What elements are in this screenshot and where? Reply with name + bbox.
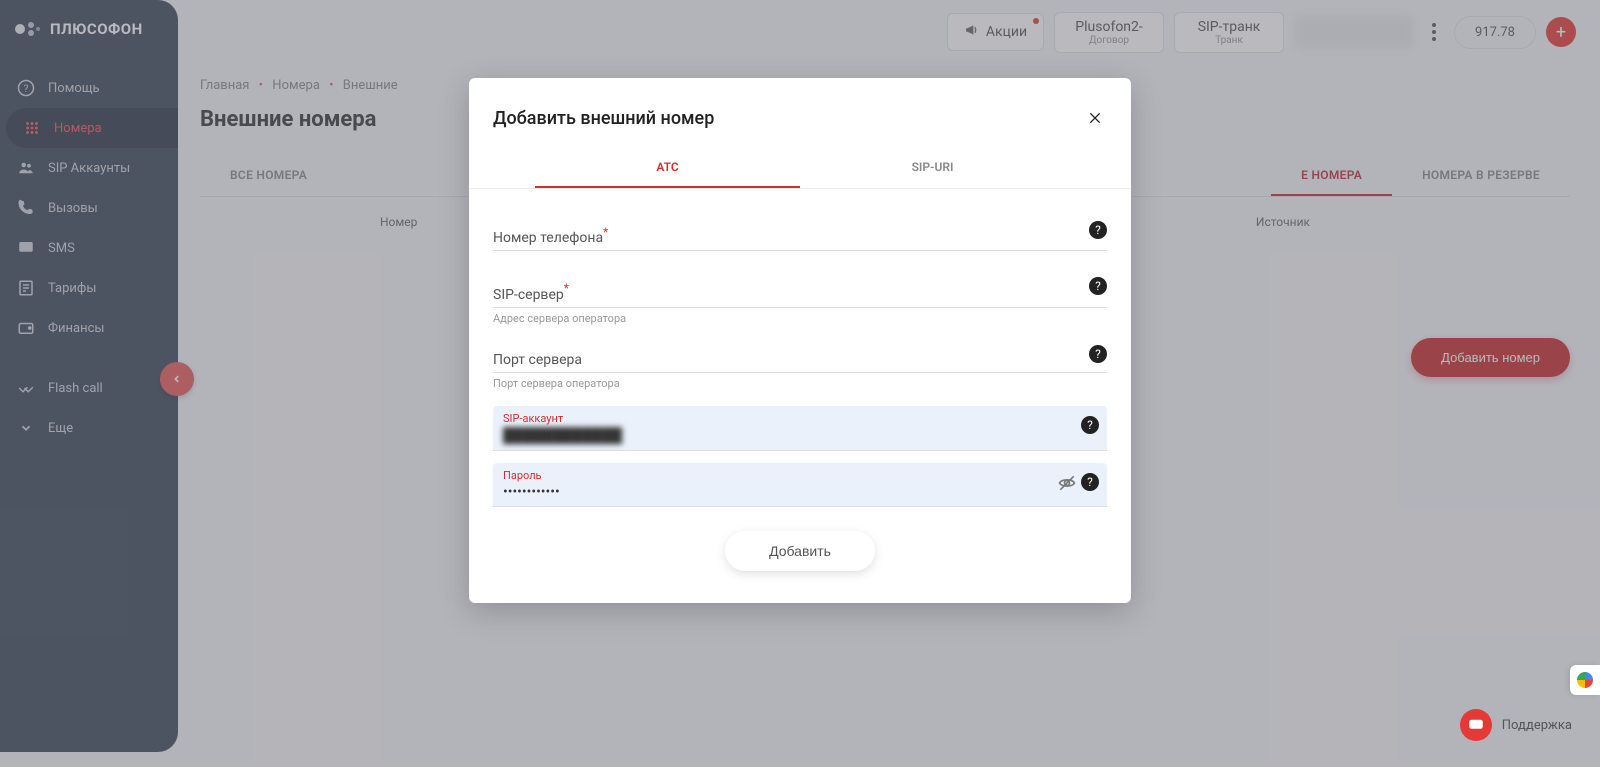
phone-help-button[interactable]: ?: [1089, 221, 1107, 239]
sip-server-hint: Адрес сервера оператора: [493, 312, 1107, 325]
phone-field[interactable]: Номер телефона* ?: [493, 217, 1107, 251]
password-help-button[interactable]: ?: [1081, 473, 1099, 491]
sip-account-field[interactable]: SIP-аккаунт ████████████ ?: [493, 406, 1107, 451]
port-label: Порт сервера: [493, 352, 582, 368]
support-chat-icon: [1460, 709, 1492, 741]
port-hint: Порт сервера оператора: [493, 377, 1107, 390]
modal-tab-sip-uri[interactable]: SIP-URI: [800, 148, 1065, 188]
modal-add-external-number: Добавить внешний номер АТС SIP-URI Номер…: [469, 78, 1131, 603]
required-marker: *: [603, 225, 608, 239]
modal-tab-atc[interactable]: АТС: [535, 148, 800, 188]
modal-body: Номер телефона* ? SIP-сервер* ? Адрес се…: [469, 217, 1131, 571]
side-widget[interactable]: [1570, 665, 1600, 695]
close-icon: [1087, 110, 1103, 126]
phone-label: Номер телефона: [493, 230, 603, 246]
support-label: Поддержка: [1502, 718, 1572, 733]
port-field[interactable]: Порт сервера ?: [493, 341, 1107, 373]
port-help-button[interactable]: ?: [1089, 345, 1107, 363]
modal-submit-button[interactable]: Добавить: [725, 531, 875, 571]
password-value: ••••••••••••: [503, 484, 1097, 500]
modal-tabs: АТС SIP-URI: [469, 148, 1131, 189]
sip-server-label: SIP-сервер: [493, 287, 564, 303]
required-marker: *: [564, 281, 569, 295]
sip-server-help-button[interactable]: ?: [1089, 277, 1107, 295]
password-field[interactable]: Пароль •••••••••••• ?: [493, 463, 1107, 507]
modal-header: Добавить внешний номер: [469, 106, 1131, 148]
password-label: Пароль: [503, 469, 1097, 482]
sip-account-value: ████████████: [503, 427, 1097, 444]
modal-close-button[interactable]: [1083, 106, 1107, 130]
eye-off-icon: [1057, 473, 1077, 493]
sip-account-label: SIP-аккаунт: [503, 412, 1097, 425]
sip-server-field[interactable]: SIP-сервер* ?: [493, 273, 1107, 307]
widget-icon: [1577, 672, 1593, 688]
toggle-password-visibility[interactable]: [1057, 473, 1077, 497]
modal-title: Добавить внешний номер: [493, 108, 714, 129]
sip-account-help-button[interactable]: ?: [1081, 416, 1099, 434]
support-button[interactable]: Поддержка: [1460, 709, 1572, 741]
modal-overlay[interactable]: Добавить внешний номер АТС SIP-URI Номер…: [0, 0, 1600, 767]
